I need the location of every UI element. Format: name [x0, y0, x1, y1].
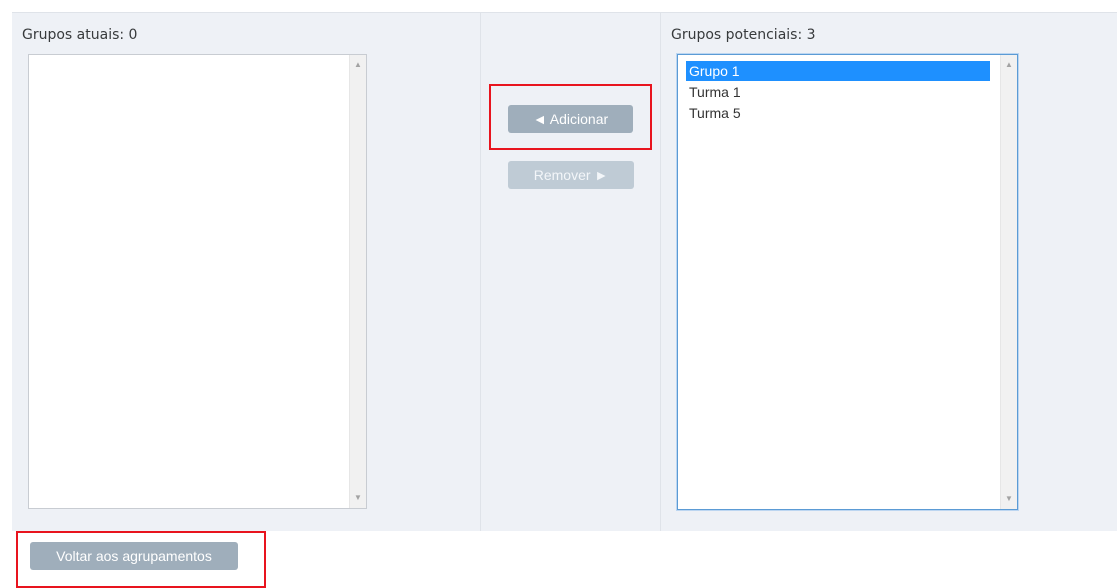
add-button[interactable]: ◄ Adicionar [508, 105, 633, 133]
triangle-down-icon[interactable]: ▼ [350, 490, 366, 506]
current-groups-scrollbar[interactable]: ▲ ▼ [349, 55, 366, 508]
current-groups-listbox[interactable]: ▲ ▼ [28, 54, 367, 509]
potential-groups-scrollbar[interactable]: ▲ ▼ [1000, 55, 1017, 509]
remove-button[interactable]: Remover ► [508, 161, 634, 189]
triangle-up-icon[interactable]: ▲ [350, 57, 366, 73]
back-to-groupings-button[interactable]: Voltar aos agrupamentos [30, 542, 238, 570]
list-item-turma-1[interactable]: Turma 1 [686, 82, 990, 102]
list-item-turma-5[interactable]: Turma 5 [686, 103, 990, 123]
current-groups-label: Grupos atuais: 0 [22, 27, 138, 43]
actions-panel: ◄ Adicionar Remover ► [481, 12, 661, 531]
potential-groups-panel: Grupos potenciais: 3 Grupo 1 Turma 1 Tur… [661, 12, 1117, 531]
triangle-down-icon[interactable]: ▼ [1001, 491, 1017, 507]
potential-groups-listbox[interactable]: Grupo 1 Turma 1 Turma 5 ▲ ▼ [677, 54, 1018, 510]
list-item-grupo-1[interactable]: Grupo 1 [686, 61, 990, 81]
current-groups-panel: Grupos atuais: 0 ▲ ▼ [12, 12, 481, 531]
group-assignment-page: Grupos atuais: 0 ▲ ▼ ◄ Adicionar Remover… [0, 0, 1117, 588]
triangle-up-icon[interactable]: ▲ [1001, 57, 1017, 73]
potential-groups-label: Grupos potenciais: 3 [671, 27, 816, 43]
